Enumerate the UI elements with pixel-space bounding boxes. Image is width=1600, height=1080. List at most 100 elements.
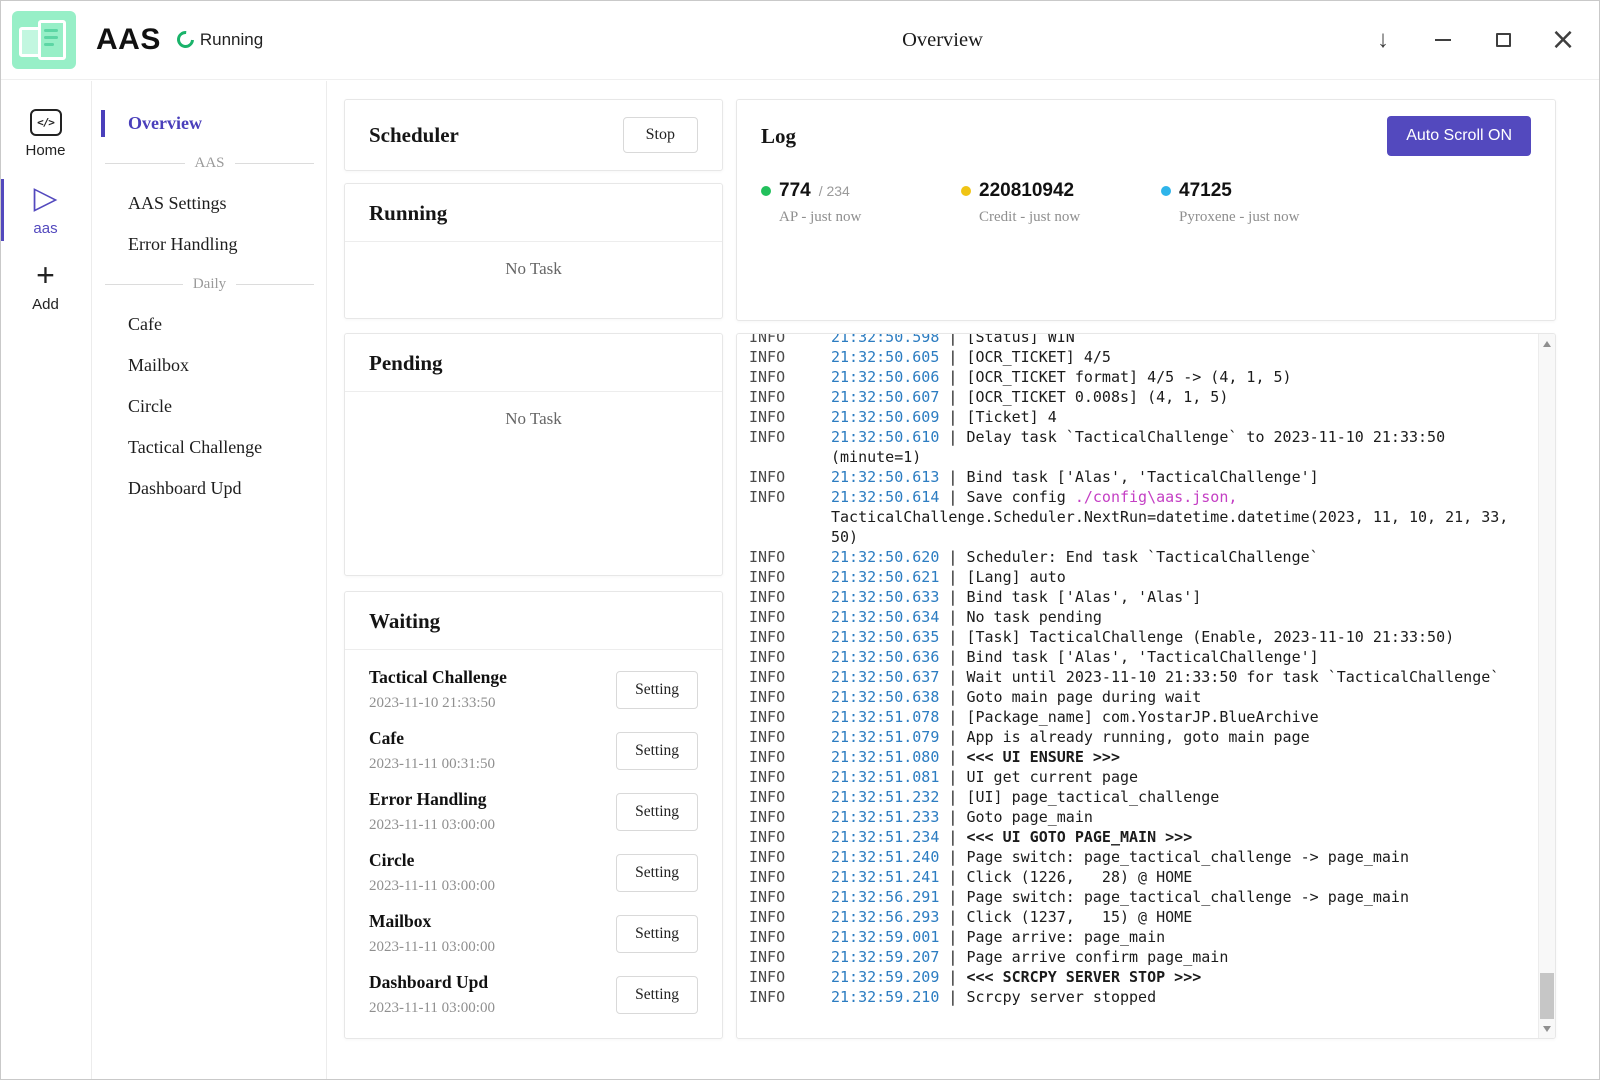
- sidebar-item-circle[interactable]: Circle: [93, 386, 326, 427]
- task-name: Cafe: [369, 728, 616, 749]
- log-line: INFO21:32:59.001 | Page arrive: page_mai…: [749, 927, 1511, 947]
- minimize-button[interactable]: [1432, 29, 1454, 51]
- task-setting-button[interactable]: Setting: [616, 915, 698, 953]
- log-timestamp: 21:32:50.637: [831, 668, 939, 686]
- log-line: INFO21:32:50.606 | [OCR_TICKET format] 4…: [749, 367, 1511, 387]
- log-line: INFO21:32:59.210 | Scrcpy server stopped: [749, 987, 1511, 1007]
- log-message: 21:32:59.210 | Scrcpy server stopped: [831, 987, 1511, 1007]
- scheduler-stop-button[interactable]: Stop: [623, 117, 698, 153]
- log-message: 21:32:51.080 | <<< UI ENSURE >>>: [831, 747, 1511, 767]
- log-scrollbar[interactable]: [1538, 334, 1555, 1038]
- running-card: Running No Task: [344, 183, 723, 319]
- log-line: INFO21:32:50.633 | Bind task ['Alas', 'A…: [749, 587, 1511, 607]
- sidebar-item-mailbox[interactable]: Mailbox: [93, 345, 326, 386]
- stat-label: Pyroxene - just now: [1179, 209, 1361, 226]
- log-line: INFO21:32:50.607 | [OCR_TICKET 0.008s] (…: [749, 387, 1511, 407]
- log-timestamp: 21:32:51.081: [831, 768, 939, 786]
- task-next-run-time: 2023-11-10 21:33:50: [369, 695, 616, 712]
- log-message: 21:32:51.232 | [UI] page_tactical_challe…: [831, 787, 1511, 807]
- log-message: 21:32:50.605 | [OCR_TICKET] 4/5: [831, 347, 1511, 367]
- rail-item-add[interactable]: + Add: [0, 249, 91, 325]
- log-lines: INFO21:32:50.598 | [Status] WININFO21:32…: [737, 333, 1555, 1015]
- log-console: INFO21:32:50.598 | [Status] WININFO21:32…: [736, 333, 1556, 1039]
- rail-item-aas[interactable]: ▷ aas: [0, 171, 91, 249]
- log-timestamp: 21:32:51.241: [831, 868, 939, 886]
- log-title: Log: [761, 124, 796, 149]
- task-name: Error Handling: [369, 789, 616, 810]
- log-line: INFO21:32:51.232 | [UI] page_tactical_ch…: [749, 787, 1511, 807]
- sidebar-item-overview[interactable]: Overview: [93, 103, 326, 144]
- log-level: INFO: [749, 747, 831, 767]
- log-level: INFO: [749, 787, 831, 807]
- scroll-thumb[interactable]: [1540, 973, 1554, 1019]
- stat-ap: 774 / 234 AP - just now: [761, 180, 961, 226]
- log-timestamp: 21:32:51.080: [831, 748, 939, 766]
- log-timestamp: 21:32:50.610: [831, 428, 939, 446]
- sidebar-item-tactical-challenge[interactable]: Tactical Challenge: [93, 427, 326, 468]
- log-message: 21:32:50.598 | [Status] WIN: [831, 333, 1511, 347]
- scheduler-title: Scheduler: [369, 123, 459, 148]
- stat-value: 774: [779, 180, 811, 202]
- log-line: INFO21:32:50.610 | Delay task `TacticalC…: [749, 427, 1511, 467]
- close-icon: ×: [1550, 25, 1575, 55]
- log-timestamp: 21:32:50.620: [831, 548, 939, 566]
- sidebar-item-cafe[interactable]: Cafe: [93, 304, 326, 345]
- task-setting-button[interactable]: Setting: [616, 793, 698, 831]
- stat-label: AP - just now: [779, 209, 961, 226]
- pyroxene-dot-icon: [1161, 186, 1171, 196]
- dashboard-stats: 774 / 234 AP - just now 220810942 Credit…: [737, 164, 1555, 226]
- log-line: INFO21:32:50.605 | [OCR_TICKET] 4/5: [749, 347, 1511, 367]
- log-level: INFO: [749, 827, 831, 847]
- task-setting-button[interactable]: Setting: [616, 732, 698, 770]
- log-level: INFO: [749, 627, 831, 647]
- log-message: 21:32:50.613 | Bind task ['Alas', 'Tacti…: [831, 467, 1511, 487]
- task-setting-button[interactable]: Setting: [616, 976, 698, 1014]
- log-line: INFO21:32:50.620 | Scheduler: End task `…: [749, 547, 1511, 567]
- running-status: Running: [177, 30, 263, 50]
- update-download-button[interactable]: ↓: [1372, 29, 1394, 51]
- scheduler-card: Scheduler Stop: [344, 99, 723, 171]
- log-message: 21:32:50.607 | [OCR_TICKET 0.008s] (4, 1…: [831, 387, 1511, 407]
- stat-extra: / 234: [819, 183, 850, 199]
- task-info: Mailbox 2023-11-11 03:00:00: [369, 911, 616, 956]
- group-label: Daily: [193, 276, 226, 293]
- log-message: 21:32:50.637 | Wait until 2023-11-10 21:…: [831, 667, 1511, 687]
- log-line: INFO21:32:51.241 | Click (1226, 28) @ HO…: [749, 867, 1511, 887]
- log-line: INFO21:32:50.637 | Wait until 2023-11-10…: [749, 667, 1511, 687]
- pending-empty-text: No Task: [345, 392, 722, 446]
- task-setting-button[interactable]: Setting: [616, 671, 698, 709]
- log-timestamp: 21:32:59.207: [831, 948, 939, 966]
- task-name: Dashboard Upd: [369, 972, 616, 993]
- maximize-button[interactable]: [1492, 29, 1514, 51]
- waiting-task-row: Tactical Challenge 2023-11-10 21:33:50 S…: [345, 659, 722, 720]
- log-timestamp: 21:32:51.078: [831, 708, 939, 726]
- log-line: INFO21:32:50.609 | [Ticket] 4: [749, 407, 1511, 427]
- auto-scroll-toggle-button[interactable]: Auto Scroll ON: [1387, 116, 1531, 156]
- task-info: Error Handling 2023-11-11 03:00:00: [369, 789, 616, 834]
- log-message: 21:32:51.233 | Goto page_main: [831, 807, 1511, 827]
- log-message: 21:32:50.638 | Goto main page during wai…: [831, 687, 1511, 707]
- log-line: INFO21:32:50.621 | [Lang] auto: [749, 567, 1511, 587]
- log-timestamp: 21:32:51.233: [831, 808, 939, 826]
- log-level: INFO: [749, 907, 831, 927]
- sidebar-item-aas-settings[interactable]: AAS Settings: [93, 183, 326, 224]
- log-line: INFO21:32:50.598 | [Status] WIN: [749, 333, 1511, 347]
- sidebar-item-error-handling[interactable]: Error Handling: [93, 224, 326, 265]
- rail-item-home[interactable]: </> Home: [0, 97, 91, 171]
- waiting-task-row: Error Handling 2023-11-11 03:00:00 Setti…: [345, 781, 722, 842]
- log-line: INFO21:32:56.291 | Page switch: page_tac…: [749, 887, 1511, 907]
- log-level: INFO: [749, 887, 831, 907]
- task-setting-button[interactable]: Setting: [616, 854, 698, 892]
- log-timestamp: 21:32:51.232: [831, 788, 939, 806]
- task-name: Circle: [369, 850, 616, 871]
- task-next-run-time: 2023-11-11 03:00:00: [369, 878, 616, 895]
- task-next-run-time: 2023-11-11 03:00:00: [369, 1000, 616, 1017]
- log-message: 21:32:50.633 | Bind task ['Alas', 'Alas'…: [831, 587, 1511, 607]
- scroll-up-arrow[interactable]: [1539, 335, 1555, 352]
- stat-label: Credit - just now: [979, 209, 1161, 226]
- log-message: 21:32:59.207 | Page arrive confirm page_…: [831, 947, 1511, 967]
- scroll-down-arrow[interactable]: [1539, 1020, 1555, 1037]
- pending-title: Pending: [369, 351, 443, 375]
- sidebar-item-dashboard-upd[interactable]: Dashboard Upd: [93, 468, 326, 509]
- close-button[interactable]: ×: [1552, 29, 1574, 51]
